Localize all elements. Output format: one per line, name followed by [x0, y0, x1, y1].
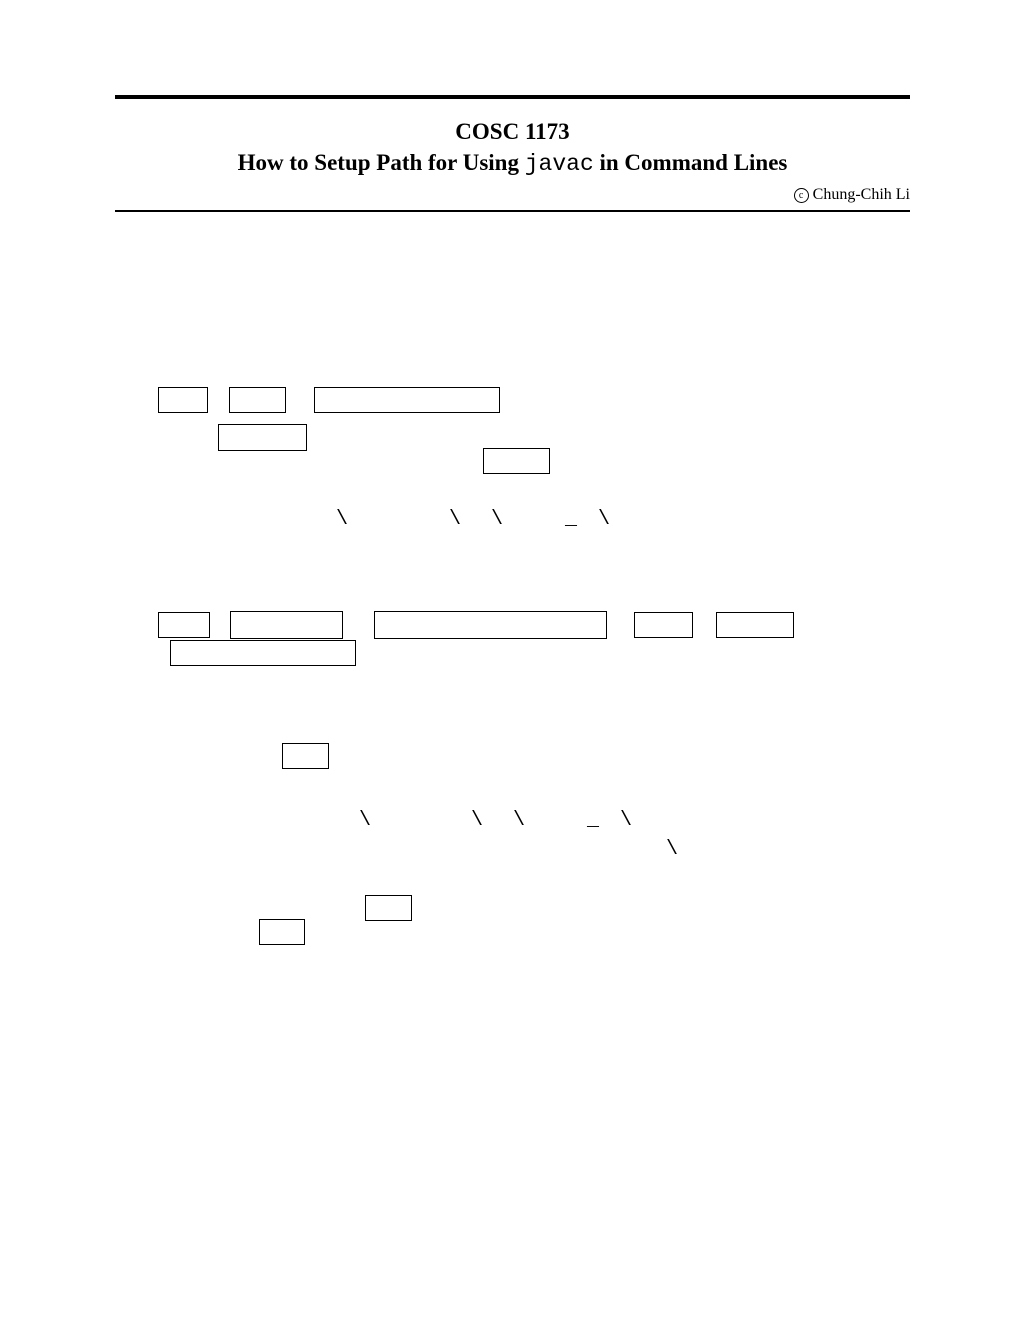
copyright-line: c Chung-Chih Li — [115, 184, 910, 210]
backslash-glyph: \ — [491, 508, 503, 531]
outline-box — [259, 919, 305, 945]
backslash-glyph: \ — [449, 508, 461, 531]
title-code: javac — [525, 151, 594, 177]
outline-box — [170, 640, 356, 666]
title-prefix: How to Setup Path for Using — [238, 150, 525, 175]
underscore-glyph: _ — [565, 508, 577, 531]
backslash-glyph: \ — [471, 809, 483, 832]
outline-box — [230, 611, 343, 639]
outline-box — [314, 387, 500, 413]
outline-box — [229, 387, 286, 413]
title-block: COSC 1173 How to Setup Path for Using ja… — [115, 99, 910, 184]
outline-box — [218, 424, 307, 451]
outline-box — [374, 611, 607, 639]
outline-box — [365, 895, 412, 921]
outline-box — [158, 612, 210, 638]
copyright-icon: c — [794, 188, 809, 203]
page-frame: COSC 1173 How to Setup Path for Using ja… — [115, 0, 910, 212]
copyright-holder: Chung-Chih Li — [813, 186, 910, 203]
document-title: How to Setup Path for Using javac in Com… — [115, 147, 910, 180]
backslash-glyph: \ — [359, 809, 371, 832]
backslash-glyph: \ — [598, 508, 610, 531]
backslash-glyph: \ — [513, 809, 525, 832]
outline-box — [483, 448, 550, 474]
outline-box — [158, 387, 208, 413]
course-code: COSC 1173 — [115, 117, 910, 147]
title-suffix: in Command Lines — [594, 150, 788, 175]
backslash-glyph: \ — [336, 508, 348, 531]
underscore-glyph: _ — [587, 809, 599, 832]
backslash-glyph: \ — [666, 838, 678, 861]
outline-box — [634, 612, 693, 638]
outline-box — [282, 743, 329, 769]
outline-box — [716, 612, 794, 638]
top-rule-thin — [115, 210, 910, 212]
backslash-glyph: \ — [620, 809, 632, 832]
